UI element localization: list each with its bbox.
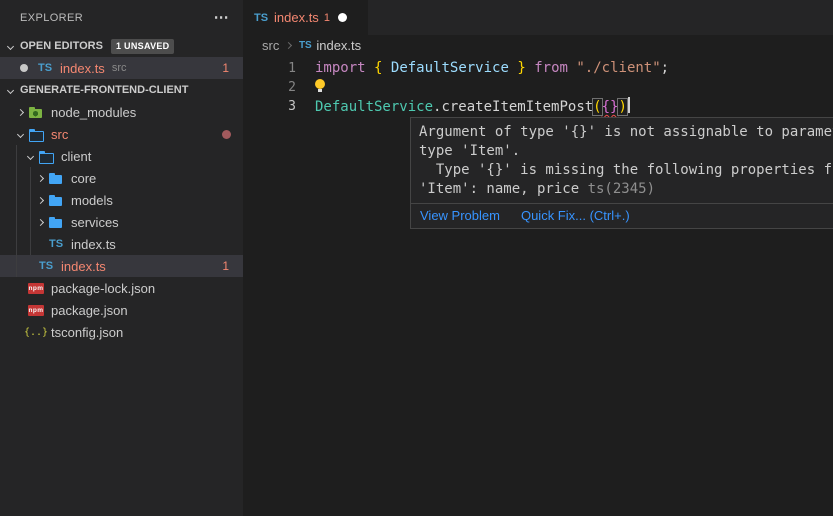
breadcrumb: src index.ts [243, 35, 833, 56]
tree-item-label: package.json [51, 303, 128, 318]
tree-item-package.json[interactable]: package.json [0, 299, 243, 321]
open-editors-section-header[interactable]: OPEN EDITORS 1 UNSAVED [0, 35, 243, 57]
code-line-1[interactable]: 1import { DefaultService } from "./clien… [243, 59, 833, 78]
view-problem-link[interactable]: View Problem [420, 208, 500, 223]
tree-item-label: core [71, 171, 96, 186]
npm-icon [28, 280, 44, 296]
code-line-3[interactable]: 3DefaultService.createItemItemPost({}) [243, 97, 833, 116]
text-cursor [628, 97, 630, 113]
line-number: 1 [243, 59, 296, 78]
tree-item-client[interactable]: client [0, 145, 243, 167]
error-count-badge: 1 [222, 259, 229, 273]
lightbulb-icon[interactable] [315, 78, 325, 92]
tree-item-label: models [71, 193, 113, 208]
folder-error-dot-icon [222, 130, 231, 139]
tree-item-label: client [61, 149, 91, 164]
tab-bar: index.ts 1 [243, 0, 833, 35]
ts-icon [38, 258, 54, 274]
chevron-right-icon [285, 42, 292, 49]
typescript-file-icon [253, 10, 269, 26]
tree-item-label: index.ts [71, 237, 116, 252]
editor-area: index.ts 1 src index.ts 1import { Defaul… [243, 0, 833, 516]
chevron-right-icon [16, 108, 23, 115]
quick-fix-link[interactable]: Quick Fix... (Ctrl+.) [521, 208, 630, 223]
code-editor[interactable]: 1import { DefaultService } from "./clien… [243, 56, 833, 116]
file-tree: node_modulessrc client core models services i… [0, 101, 243, 343]
folder-icon [48, 214, 64, 230]
chevron-right-icon [36, 196, 43, 203]
breadcrumb-folder[interactable]: src [262, 38, 279, 53]
error-count-badge: 1 [222, 61, 229, 75]
chevron-right-icon [36, 218, 43, 225]
project-name-label: GENERATE-FRONTEND-CLIENT [20, 84, 188, 96]
tree-item-label: node_modules [51, 105, 136, 120]
vscode-window: EXPLORER ⋯ OPEN EDITORS 1 UNSAVED index.… [0, 0, 833, 516]
folder-icon [48, 170, 64, 186]
open-editor-file-path: src [112, 62, 127, 74]
json-icon [28, 324, 44, 340]
folder-npm-icon [28, 104, 44, 120]
typescript-file-icon [298, 38, 312, 54]
more-actions-icon[interactable]: ⋯ [214, 13, 229, 23]
ts-icon [48, 236, 64, 252]
tree-item-label: tsconfig.json [51, 325, 123, 340]
tree-item-label: src [51, 127, 68, 142]
tree-item-label: services [71, 215, 119, 230]
folder-open-icon [38, 148, 54, 164]
tree-item-label: index.ts [61, 259, 106, 274]
tab-index-ts[interactable]: index.ts 1 [243, 0, 368, 35]
folder-open-icon [28, 126, 44, 142]
unsaved-dot-icon[interactable] [338, 13, 347, 22]
error-message: Argument of type '{}' is not assignable … [411, 118, 833, 203]
tooltip-actions: View Problem Quick Fix... (Ctrl+.) [411, 203, 833, 228]
project-section-header[interactable]: GENERATE-FRONTEND-CLIENT [0, 79, 243, 101]
tab-error-count: 1 [324, 12, 330, 24]
code-line-2[interactable]: 2 [243, 78, 833, 97]
folder-icon [48, 192, 64, 208]
open-editor-item-index-ts[interactable]: index.ts src 1 [0, 57, 243, 79]
typescript-file-icon [37, 60, 53, 76]
tree-item-package-lock.json[interactable]: package-lock.json [0, 277, 243, 299]
chevron-down-icon [26, 152, 33, 159]
tree-item-src[interactable]: src [0, 123, 243, 145]
chevron-down-icon [7, 42, 14, 49]
error-tooltip: Argument of type '{}' is not assignable … [410, 117, 833, 229]
npm-icon [28, 302, 44, 318]
tree-item-node_modules[interactable]: node_modules [0, 101, 243, 123]
tree-item-models[interactable]: models [0, 189, 243, 211]
tree-item-label: package-lock.json [51, 281, 155, 296]
explorer-title: EXPLORER [20, 12, 83, 24]
line-number: 2 [243, 78, 296, 97]
chevron-down-icon [16, 130, 23, 137]
open-editor-file-name: index.ts [60, 61, 105, 76]
tree-item-index.ts[interactable]: index.ts 1 [0, 255, 243, 277]
tree-item-core[interactable]: core [0, 167, 243, 189]
tree-item-tsconfig.json[interactable]: tsconfig.json [0, 321, 243, 343]
tree-item-services[interactable]: services [0, 211, 243, 233]
sidebar-header: EXPLORER ⋯ [0, 0, 243, 35]
open-editors-label: OPEN EDITORS [20, 40, 103, 52]
explorer-sidebar: EXPLORER ⋯ OPEN EDITORS 1 UNSAVED index.… [0, 0, 243, 516]
tab-file-name: index.ts [274, 10, 319, 25]
chevron-down-icon [7, 86, 14, 93]
unsaved-badge: 1 UNSAVED [111, 39, 175, 54]
breadcrumb-file[interactable]: index.ts [316, 38, 361, 53]
line-number: 3 [243, 97, 296, 116]
tree-item-index.ts[interactable]: index.ts [0, 233, 243, 255]
chevron-right-icon [36, 174, 43, 181]
modified-dot-icon [20, 64, 28, 72]
